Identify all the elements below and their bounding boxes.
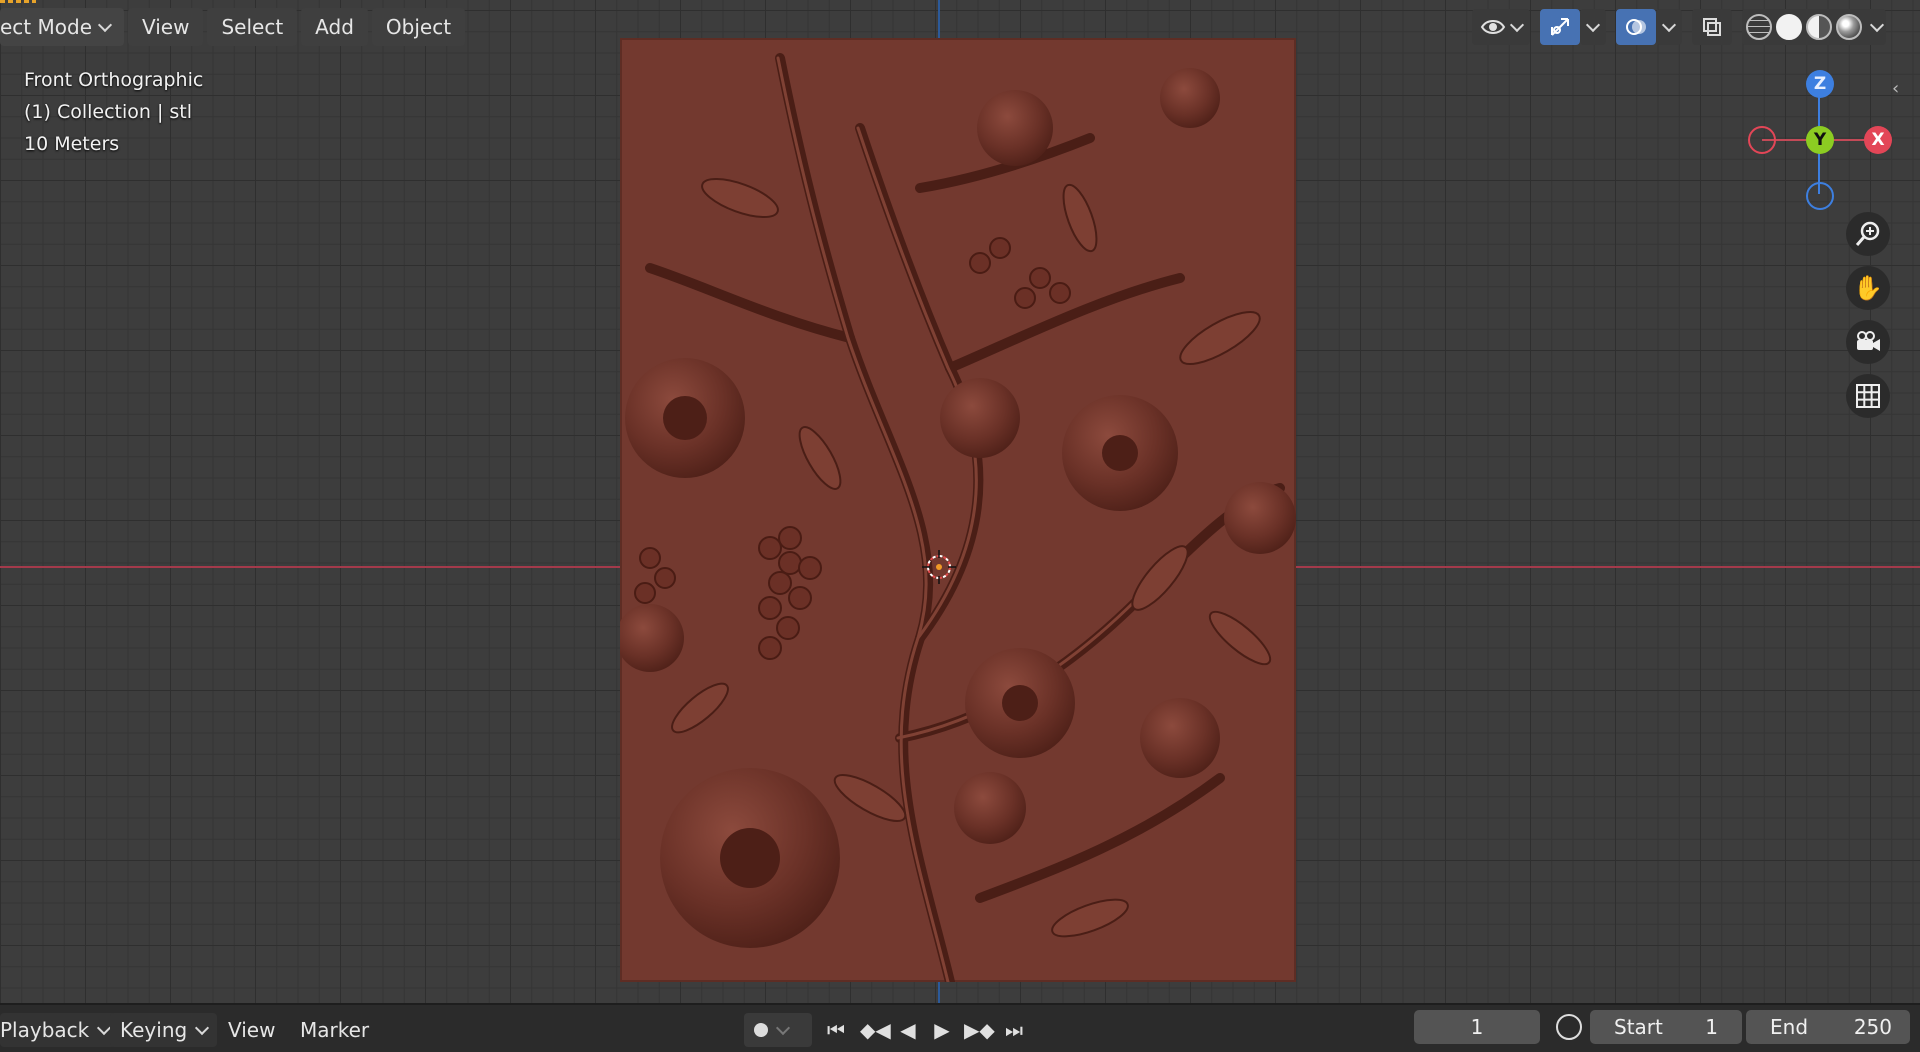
chevron-down-icon [775,1020,791,1035]
pan-button[interactable]: ✋ [1846,266,1890,310]
start-frame-field[interactable]: Start 1 [1590,1010,1742,1044]
zoom-button[interactable] [1846,212,1890,256]
visibility-icon [1480,20,1506,34]
3d-viewport[interactable]: ect Mode View Select Add Object Front Or… [0,0,1920,1003]
play-icon[interactable]: ▶ [932,1020,952,1040]
viewport-header-tools [1472,8,1886,46]
rendered-shading-icon[interactable] [1836,14,1862,40]
camera-view-button[interactable] [1846,320,1890,364]
end-value: 250 [1853,1015,1892,1039]
menu-object[interactable]: Object [371,8,466,46]
play-reverse-icon[interactable]: ◀ [898,1020,918,1040]
next-keyframe-icon[interactable]: ▶◆ [964,1020,995,1040]
playback-label: Playback [0,1018,90,1042]
shading-mode-group [1742,9,1886,45]
chevron-down-icon [1585,17,1601,32]
relief-panel-object[interactable] [620,38,1296,982]
z-axis-ball[interactable]: Z [1806,70,1834,98]
view-name: Front Orthographic [24,69,204,91]
material-shading-icon[interactable] [1806,14,1832,40]
negative-z-axis-ball[interactable] [1806,182,1834,210]
start-label: Start [1614,1015,1663,1039]
negative-x-axis-ball[interactable] [1748,126,1776,154]
jump-start-icon[interactable]: ⏮ [826,1020,846,1040]
end-label: End [1770,1015,1809,1039]
jump-end-icon[interactable]: ⏭ [1004,1020,1024,1040]
mode-selector[interactable]: ect Mode [0,8,124,46]
chevron-down-icon [1661,17,1677,32]
visibility-button[interactable] [1472,9,1530,45]
auto-keying-toggle[interactable] [744,1013,812,1047]
grid-icon [1856,384,1880,408]
stopwatch-icon[interactable] [1556,1014,1582,1040]
overlay-icon [1626,19,1646,35]
ortho-toggle-button[interactable] [1846,374,1890,418]
floral-relief-image [620,53,1296,982]
timeline-view-menu[interactable]: View [218,1013,285,1047]
warning-strip [0,0,36,3]
record-icon [754,1023,768,1037]
collection-info: (1) Collection | stl [24,101,193,123]
gizmo-icon [1551,18,1569,36]
playback-menu[interactable]: Playback [0,1013,120,1047]
menu-add[interactable]: Add [301,8,368,46]
prev-keyframe-icon[interactable]: ◆◀ [860,1020,891,1040]
solid-shading-icon[interactable] [1776,14,1802,40]
camera-icon [1857,331,1880,351]
overlay-toggle-group [1616,9,1682,45]
overlay-toggle-button[interactable] [1616,9,1656,45]
menu-select[interactable]: Select [207,8,298,46]
overlay-dropdown[interactable] [1656,9,1682,45]
zoom-icon [1855,221,1880,246]
marker-menu[interactable]: Marker [290,1013,379,1047]
xray-icon [1703,18,1721,36]
3d-cursor-icon[interactable] [922,550,956,584]
current-frame-field[interactable]: 1 [1414,1010,1540,1044]
gizmo-toggle-group [1540,9,1606,45]
menu-view[interactable]: View [128,8,204,46]
scale-label: 10 Meters [24,133,120,155]
chevron-down-icon [97,17,113,32]
viewport-header-menu: ect Mode View Select Add Object [0,8,466,46]
y-axis-ball[interactable]: Y [1806,126,1834,154]
navigation-gizmo[interactable]: Z Y X [1740,70,1900,220]
keying-menu[interactable]: Keying [110,1013,218,1047]
end-frame-field[interactable]: End 250 [1746,1010,1910,1044]
mode-label: ect Mode [0,15,92,39]
gizmo-toggle-button[interactable] [1540,9,1580,45]
chevron-down-icon[interactable] [1869,17,1885,32]
x-axis-ball[interactable]: X [1864,126,1892,154]
keying-label: Keying [120,1018,188,1042]
xray-toggle-button[interactable] [1692,9,1732,45]
viewport-info-overlay: Front Orthographic (1) Collection | stl … [24,64,203,160]
pan-hand-icon: ✋ [1853,274,1883,302]
wireframe-shading-icon[interactable] [1746,14,1772,40]
gizmo-dropdown[interactable] [1580,9,1606,45]
chevron-down-icon [1509,17,1525,32]
start-value: 1 [1705,1015,1718,1039]
chevron-down-icon [195,1020,210,1035]
